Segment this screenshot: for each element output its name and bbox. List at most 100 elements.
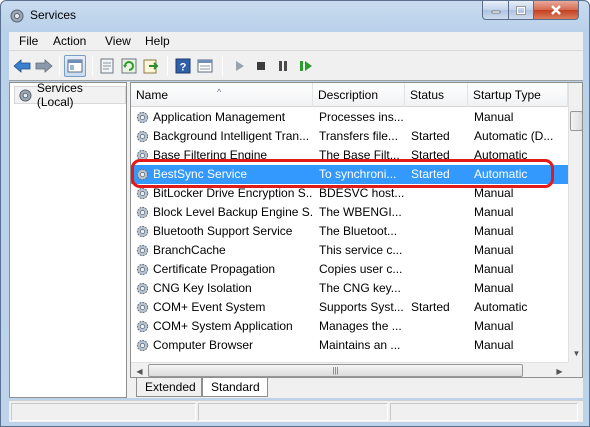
pause-icon	[279, 61, 287, 71]
stop-icon	[257, 62, 265, 70]
service-description: This service c...	[319, 243, 403, 257]
service-row[interactable]: COM+ System Application Manages the ... Ma…	[131, 317, 568, 336]
menu-bar: File Action View Help	[9, 32, 583, 51]
service-status: Started	[411, 300, 450, 314]
column-header-status[interactable]: Status	[405, 83, 468, 107]
view-icon	[197, 59, 213, 73]
column-header-name[interactable]: Name ^	[131, 83, 313, 107]
forward-button[interactable]	[34, 56, 54, 76]
service-startup-type: Manual	[474, 281, 514, 295]
export-list-icon	[143, 59, 159, 74]
maximize-button[interactable]	[508, 1, 534, 20]
service-name: Base Filtering Engine	[153, 148, 268, 162]
service-description: The WBENGI...	[319, 205, 402, 219]
service-name: COM+ System Application	[153, 319, 293, 333]
service-startup-type: Manual	[474, 243, 514, 257]
service-description: Supports Syst...	[319, 300, 404, 314]
properties-button[interactable]	[97, 56, 117, 76]
service-description: Transfers file...	[319, 129, 398, 143]
gear-icon	[136, 225, 149, 238]
service-row[interactable]: Base Filtering Engine The Base Filt... Sta…	[131, 146, 568, 165]
minimize-icon	[491, 10, 500, 14]
back-button[interactable]	[12, 56, 32, 76]
menu-help[interactable]: Help	[145, 34, 170, 48]
service-description: To synchroni...	[319, 167, 397, 181]
show-console-tree-button[interactable]	[64, 55, 86, 77]
service-row[interactable]: Bluetooth Support Service The Bluetoot...…	[131, 222, 568, 241]
status-bar	[9, 400, 583, 422]
service-startup-type: Manual	[474, 338, 514, 352]
close-button[interactable]	[533, 1, 579, 20]
service-description: The CNG key...	[319, 281, 401, 295]
export-list-button[interactable]	[141, 56, 161, 76]
service-startup-type: Automatic	[474, 167, 528, 181]
service-name: Background Intelligent Tran...	[153, 129, 310, 143]
column-header-startup-type[interactable]: Startup Type	[468, 83, 568, 107]
tab-standard[interactable]: Standard	[202, 378, 268, 397]
services-list-pane: Name ^ Description Status Startup Type A…	[130, 82, 583, 378]
service-name: BitLocker Drive Encryption S...	[153, 186, 313, 200]
gear-icon	[136, 187, 149, 200]
main-content: Services (Local) Name ^ Description Stat…	[9, 81, 583, 398]
service-row[interactable]: Certificate Propagation Copies user c... M…	[131, 260, 568, 279]
stop-service-button[interactable]	[251, 56, 271, 76]
restart-service-button[interactable]	[296, 56, 316, 76]
view-button[interactable]	[195, 56, 215, 76]
service-description: Manages the ...	[319, 319, 402, 333]
service-row[interactable]: BranchCache This service c... Manual	[131, 241, 568, 260]
start-service-button[interactable]	[229, 56, 249, 76]
column-header-description[interactable]: Description	[313, 83, 405, 107]
services-window: Services File Action View Help ? Service…	[0, 0, 590, 427]
menu-file[interactable]: File	[19, 34, 38, 48]
gear-icon	[136, 206, 149, 219]
service-row[interactable]: Block Level Backup Engine S... The WBENGI…	[131, 203, 568, 222]
gear-icon	[136, 111, 149, 124]
restart-icon	[300, 61, 312, 71]
start-icon	[236, 61, 244, 71]
service-startup-type: Automatic (D...	[474, 129, 554, 143]
service-row[interactable]: Application Management Processes ins... Ma…	[131, 108, 568, 127]
window-title: Services	[30, 8, 77, 22]
title-bar[interactable]: Services	[1, 1, 589, 31]
service-row[interactable]: COM+ Event System Supports Syst... Started…	[131, 298, 568, 317]
gear-icon	[136, 339, 149, 352]
menu-view[interactable]: View	[105, 34, 131, 48]
gear-icon	[136, 320, 149, 333]
service-description: The Base Filt...	[319, 148, 400, 162]
service-startup-type: Automatic	[474, 148, 528, 162]
help-button[interactable]: ?	[173, 56, 193, 76]
service-name: Certificate Propagation	[153, 262, 276, 276]
service-startup-type: Manual	[474, 186, 514, 200]
tab-extended[interactable]: Extended	[136, 378, 202, 397]
refresh-button[interactable]	[119, 56, 139, 76]
minimize-button[interactable]	[482, 1, 509, 20]
tree-item-services-local[interactable]: Services (Local)	[14, 81, 126, 109]
service-name: BranchCache	[153, 243, 226, 257]
service-name: Bluetooth Support Service	[153, 224, 293, 238]
service-row[interactable]: BitLocker Drive Encryption S... BDESVC ho…	[131, 184, 568, 203]
service-startup-type: Manual	[474, 110, 514, 124]
scroll-down-arrow-icon[interactable]: ▼	[569, 345, 582, 361]
service-row[interactable]: BestSync Service To synchroni... Started Au…	[131, 165, 568, 184]
service-description: Copies user c...	[319, 262, 403, 276]
horizontal-scroll-thumb[interactable]: |||	[148, 364, 523, 377]
service-row[interactable]: Computer Browser Maintains an ... Manual	[131, 336, 568, 355]
service-description: Processes ins...	[319, 110, 404, 124]
horizontal-scrollbar[interactable]: ◀ ||| ▶	[131, 362, 568, 377]
service-name: Application Management	[153, 110, 286, 124]
console-tree-icon	[67, 59, 83, 73]
pause-service-button[interactable]	[273, 56, 293, 76]
menu-action[interactable]: Action	[53, 34, 86, 48]
svg-text:?: ?	[180, 62, 187, 74]
services-app-icon	[10, 9, 24, 23]
vertical-scrollbar[interactable]: ▼	[568, 83, 582, 362]
scroll-left-arrow-icon[interactable]: ◀	[132, 363, 147, 377]
status-field-1	[11, 403, 196, 421]
gear-icon	[136, 263, 149, 276]
console-tree-pane: Services (Local)	[9, 81, 127, 398]
service-row[interactable]: CNG Key Isolation The CNG key... Manual	[131, 279, 568, 298]
service-row[interactable]: Background Intelligent Tran... Transfers …	[131, 127, 568, 146]
sort-ascending-icon: ^	[217, 87, 222, 97]
scroll-right-arrow-icon[interactable]: ▶	[552, 363, 567, 377]
vertical-scroll-thumb[interactable]	[570, 111, 582, 131]
